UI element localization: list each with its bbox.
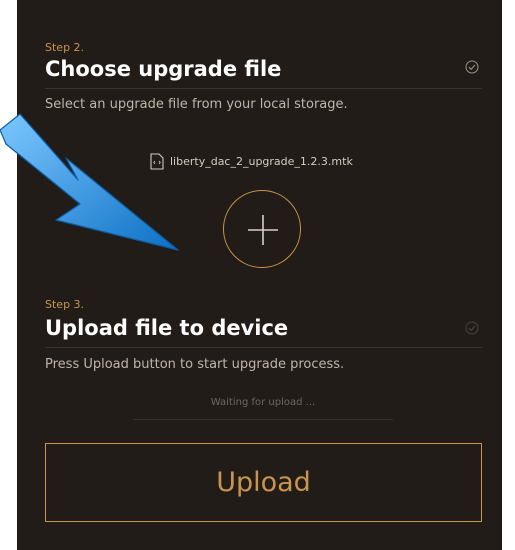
blue-arrow-icon: [0, 113, 179, 251]
step2-divider: [45, 88, 482, 89]
upload-progress-bar: [133, 419, 393, 420]
check-circle-icon: [465, 60, 479, 74]
step3-label: Step 3.: [45, 298, 85, 311]
upload-button[interactable]: Upload: [45, 443, 482, 522]
add-file-button[interactable]: [223, 190, 301, 268]
upload-status: Waiting for upload ...: [210, 397, 316, 408]
step2-title: Choose upgrade file: [45, 57, 282, 81]
plus-icon: [248, 215, 278, 245]
step3-description: Press Upload button to start upgrade pro…: [45, 357, 345, 372]
file-name: liberty_dac_2_upgrade_1.2.3.mtk: [170, 154, 353, 168]
step2-label: Step 2.: [45, 41, 85, 54]
check-circle-icon: [465, 321, 479, 335]
step3-title: Upload file to device: [45, 316, 289, 340]
step3-divider: [45, 347, 482, 348]
